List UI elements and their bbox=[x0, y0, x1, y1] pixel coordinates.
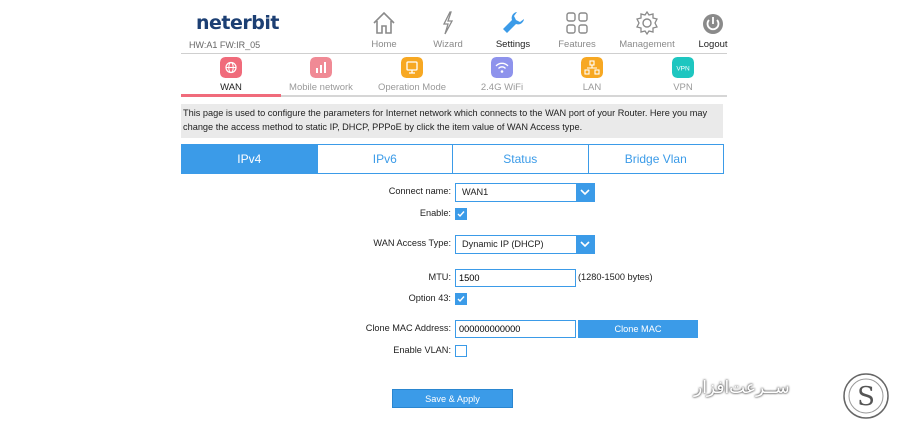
connect-name-value: WAN1 bbox=[462, 187, 489, 197]
subnav-vpn[interactable]: VPN VPN bbox=[638, 57, 728, 93]
wan-access-type-label: WAN Access Type: bbox=[373, 238, 451, 248]
enable-row: Enable: bbox=[0, 205, 900, 225]
wan-access-type-select[interactable]: Dynamic IP (DHCP) bbox=[455, 235, 595, 254]
tab-status[interactable]: Status bbox=[453, 145, 589, 173]
mtu-input[interactable] bbox=[455, 269, 576, 287]
nav-management[interactable]: Management bbox=[612, 10, 682, 50]
vpn-badge: VPN bbox=[676, 66, 690, 73]
tab-ipv6[interactable]: IPv6 bbox=[318, 145, 453, 173]
enable-vlan-checkbox[interactable] bbox=[455, 345, 467, 357]
monitor-icon bbox=[401, 57, 423, 78]
subnav-24g-wifi[interactable]: 2.4G WiFi bbox=[457, 57, 547, 93]
watermark-text: ســرعت‌افزار bbox=[694, 378, 790, 398]
enable-checkbox[interactable] bbox=[455, 208, 467, 220]
subnav-wan-label: WAN bbox=[220, 82, 242, 93]
subnav-24g-wifi-label: 2.4G WiFi bbox=[480, 82, 524, 93]
clone-mac-button[interactable]: Clone MAC bbox=[578, 320, 698, 338]
signal-icon bbox=[310, 57, 332, 78]
tab-bridge-vlan[interactable]: Bridge Vlan bbox=[589, 145, 724, 173]
watermark-logo-icon: S bbox=[843, 373, 889, 419]
connect-name-select[interactable]: WAN1 bbox=[455, 183, 595, 202]
connect-name-label: Connect name: bbox=[388, 186, 451, 196]
active-subnav-indicator bbox=[181, 94, 281, 97]
watermark-letter: S bbox=[857, 382, 875, 412]
nav-features-label: Features bbox=[558, 39, 596, 50]
wan-access-type-row: WAN Access Type: Dynamic IP (DHCP) bbox=[0, 235, 900, 255]
nav-wizard[interactable]: Wizard bbox=[413, 10, 483, 50]
clone-mac-input[interactable] bbox=[455, 320, 576, 338]
wifi-icon bbox=[491, 57, 513, 78]
nav-wizard-label: Wizard bbox=[433, 39, 463, 50]
wan-access-type-value: Dynamic IP (DHCP) bbox=[462, 239, 544, 249]
nav-logout-label: Logout bbox=[698, 39, 728, 50]
subnav-wan[interactable]: WAN bbox=[186, 57, 276, 93]
page-description: This page is used to configure the param… bbox=[181, 104, 723, 138]
subnav-mobile-network-label: Mobile network bbox=[289, 82, 353, 93]
check-icon bbox=[457, 211, 465, 218]
mtu-range-hint: (1280-1500 bytes) bbox=[578, 272, 653, 282]
connect-name-row: Connect name: WAN1 bbox=[0, 183, 900, 203]
gear-icon bbox=[636, 10, 658, 36]
mtu-row: MTU: (1280-1500 bytes) bbox=[0, 269, 900, 289]
save-apply-button[interactable]: Save & Apply bbox=[392, 389, 513, 408]
subnav-vpn-label: VPN bbox=[673, 82, 693, 93]
chevron-down-icon[interactable] bbox=[576, 236, 594, 253]
option43-checkbox[interactable] bbox=[455, 293, 467, 305]
nav-logout[interactable]: Logout bbox=[678, 10, 748, 50]
subnav-lan[interactable]: LAN bbox=[547, 57, 637, 93]
tab-ipv4[interactable]: IPv4 bbox=[182, 145, 318, 173]
mtu-label: MTU: bbox=[428, 272, 451, 282]
nav-features[interactable]: Features bbox=[542, 10, 612, 50]
nav-home-label: Home bbox=[371, 39, 397, 50]
check-icon bbox=[457, 296, 465, 303]
watermark: ســرعت‌افزار S bbox=[694, 372, 894, 420]
chevron-down-icon[interactable] bbox=[576, 184, 594, 201]
router-admin-page: neterbit HW:A1 FW:IR_05 Home Wizard Sett… bbox=[0, 0, 900, 431]
subnav-operation-mode-label: Operation Mode bbox=[377, 82, 447, 93]
option43-row: Option 43: bbox=[0, 290, 900, 310]
power-icon bbox=[703, 14, 723, 34]
subnav-lan-label: LAN bbox=[582, 82, 602, 93]
clone-mac-label: Clone MAC Address: bbox=[365, 323, 451, 333]
nav-settings[interactable]: Settings bbox=[478, 10, 548, 50]
enable-vlan-row: Enable VLAN: bbox=[0, 342, 900, 362]
globe-icon bbox=[220, 57, 242, 78]
nav-management-label: Management bbox=[619, 39, 675, 50]
wan-tabs: IPv4 IPv6 Status Bridge Vlan bbox=[181, 144, 724, 174]
grid-icon bbox=[566, 12, 588, 34]
subnav-operation-mode[interactable]: Operation Mode bbox=[367, 57, 457, 93]
subnav-mobile-network[interactable]: Mobile network bbox=[276, 57, 366, 93]
enable-vlan-label: Enable VLAN: bbox=[393, 345, 451, 355]
vpn-icon: VPN bbox=[672, 57, 694, 78]
lan-icon bbox=[581, 57, 603, 78]
nav-home[interactable]: Home bbox=[349, 10, 419, 50]
clone-mac-row: Clone MAC Address: Clone MAC bbox=[0, 320, 900, 340]
enable-label: Enable: bbox=[419, 208, 451, 218]
header-divider bbox=[181, 53, 727, 54]
wrench-icon bbox=[503, 12, 524, 33]
top-navigation: Home Wizard Settings Features Management… bbox=[0, 10, 900, 54]
option43-label: Option 43: bbox=[408, 293, 451, 303]
nav-settings-label: Settings bbox=[495, 39, 531, 50]
home-icon bbox=[373, 11, 395, 34]
wizard-icon bbox=[442, 11, 454, 35]
